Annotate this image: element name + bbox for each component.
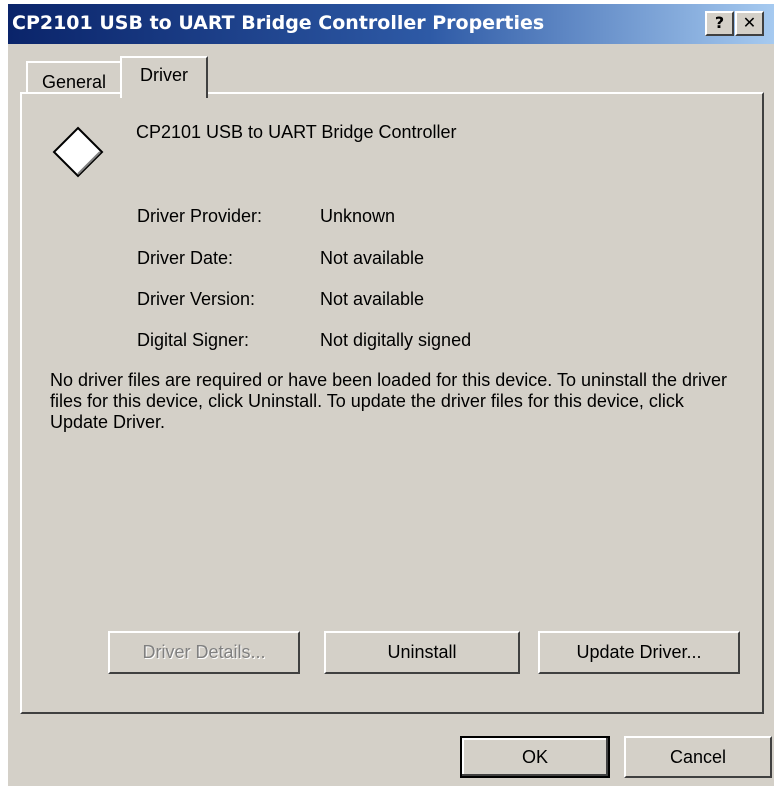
properties-dialog: CP2101 USB to UART Bridge Controller Pro… bbox=[8, 4, 774, 786]
tab-general[interactable]: General bbox=[26, 61, 122, 94]
driver-date-value: Not available bbox=[320, 248, 425, 268]
device-name: CP2101 USB to UART Bridge Controller bbox=[136, 122, 457, 142]
driver-provider-value: Unknown bbox=[320, 206, 396, 226]
window-title: CP2101 USB to UART Bridge Controller Pro… bbox=[12, 12, 545, 34]
digital-signer-label: Digital Signer: bbox=[137, 330, 250, 350]
driver-provider-label: Driver Provider: bbox=[137, 206, 263, 226]
uninstall-button[interactable]: Uninstall bbox=[324, 631, 520, 674]
device-icon bbox=[52, 126, 104, 178]
title-bar[interactable]: CP2101 USB to UART Bridge Controller Pro… bbox=[8, 4, 774, 44]
help-button[interactable]: ? bbox=[705, 11, 734, 36]
driver-details-button[interactable]: Driver Details... bbox=[108, 631, 300, 674]
close-button[interactable]: ✕ bbox=[735, 11, 764, 36]
driver-info-text: No driver files are required or have bee… bbox=[50, 370, 728, 432]
close-icon: ✕ bbox=[742, 13, 757, 32]
driver-date-label: Driver Date: bbox=[137, 248, 234, 268]
cancel-button[interactable]: Cancel bbox=[624, 736, 772, 778]
tab-driver[interactable]: Driver bbox=[120, 56, 208, 98]
digital-signer-value: Not digitally signed bbox=[320, 330, 472, 350]
update-driver-button[interactable]: Update Driver... bbox=[538, 631, 740, 674]
driver-version-value: Not available bbox=[320, 289, 425, 309]
driver-version-label: Driver Version: bbox=[137, 289, 256, 309]
ok-button[interactable]: OK bbox=[460, 736, 610, 778]
